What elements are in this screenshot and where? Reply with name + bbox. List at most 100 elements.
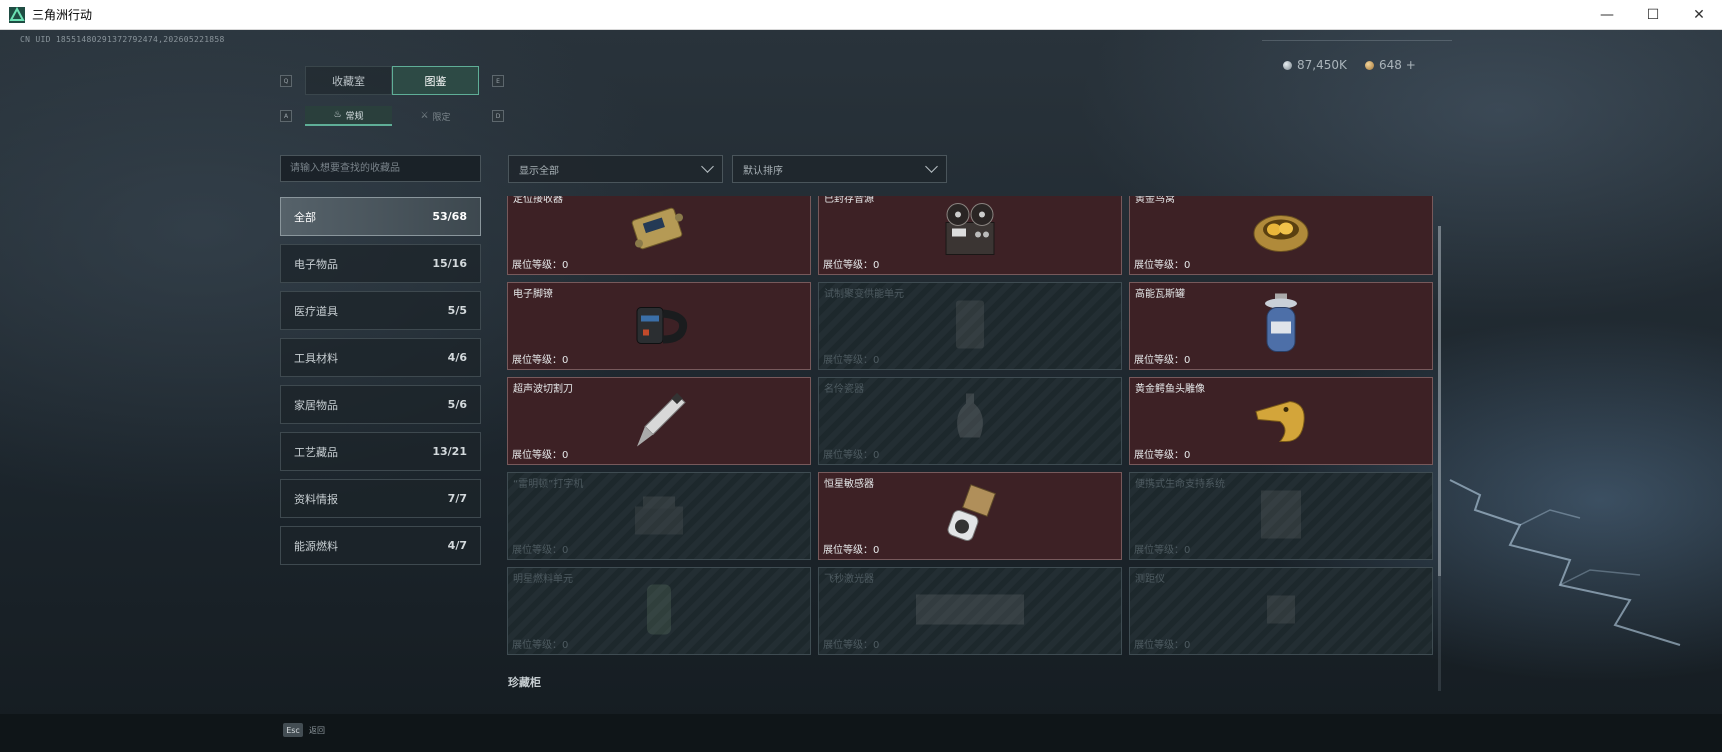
fuel-cell-icon [641, 579, 677, 644]
gold-crocodile-icon [1250, 392, 1312, 451]
category-label: 全部 [294, 210, 316, 224]
laser-icon [910, 585, 1030, 638]
sort-dropdown-value: 默认排序 [743, 165, 783, 177]
typewriter-icon [629, 489, 689, 544]
item-display-level: 展位等级：0 [512, 355, 569, 366]
silver-amount: 87,450K [1297, 58, 1347, 72]
item-name: 测距仪 [1135, 574, 1165, 585]
category-count: 4/6 [447, 351, 467, 364]
chevron-down-icon [925, 160, 938, 173]
item-display-level: 展位等级：0 [1134, 260, 1191, 271]
chevron-down-icon [701, 160, 714, 173]
item-display-level: 展位等级：0 [1134, 450, 1191, 461]
collection-item-card[interactable]: 名伶瓷器 展位等级：0 [818, 377, 1122, 465]
category-count: 53/68 [432, 210, 467, 223]
category-label: 家居物品 [294, 398, 338, 412]
lightning-decoration [1449, 479, 1681, 646]
maximize-button[interactable]: ☐ [1630, 0, 1676, 30]
collection-item-card[interactable]: 定位接收器 展位等级：0 [507, 196, 811, 275]
category-crafts[interactable]: 工艺藏品 13/21 [280, 432, 481, 471]
category-all[interactable]: 全部 53/68 [280, 197, 481, 236]
collection-item-card[interactable]: 已封存音源 展位等级：0 [818, 196, 1122, 275]
category-count: 5/5 [447, 304, 467, 317]
category-electronics[interactable]: 电子物品 15/16 [280, 244, 481, 283]
item-name: 已封存音源 [824, 196, 874, 205]
uid-text: CN UID 18551480291372792474,202605221858 [20, 35, 225, 44]
delta-force-logo-icon [9, 6, 25, 23]
category-medical[interactable]: 医疗道具 5/5 [280, 291, 481, 330]
collection-item-card[interactable]: 飞秒激光器展位等级：0 [818, 567, 1122, 655]
flame-icon: ♨ [333, 110, 342, 120]
item-grid-viewport: 定位接收器 展位等级：0 已封存音源 展位等级：0 黄金鸟窝 展位等级：0 电子脚镣 展位等级… [507, 196, 1434, 663]
silver-currency: 87,450K [1283, 58, 1347, 72]
collection-item-card[interactable]: 恒星敏感器 展位等级：0 [818, 472, 1122, 560]
category-tools[interactable]: 工具材料 4/6 [280, 338, 481, 377]
category-label: 电子物品 [294, 257, 338, 271]
item-display-level: 展位等级：0 [823, 355, 880, 366]
collection-item-card[interactable]: “雷明顿”打字机 展位等级：0 [507, 472, 811, 560]
collection-item-card[interactable]: 黄金鸟窝展位等级：0 [1129, 196, 1433, 275]
collection-item-card[interactable]: 明星燃料单元 展位等级：0 [507, 567, 811, 655]
filter-dropdown[interactable]: 显示全部 [508, 155, 723, 183]
item-name: 超声波切割刀 [513, 384, 573, 395]
tab-collection-room[interactable]: 收藏室 [305, 66, 392, 95]
swords-icon: ⚔ [420, 111, 429, 121]
window-controls: — ☐ ✕ [1584, 0, 1722, 30]
scrollbar-thumb[interactable] [1438, 226, 1441, 576]
collection-item-card[interactable]: 电子脚镣 展位等级：0 [507, 282, 811, 370]
collection-item-card[interactable]: 测距仪展位等级：0 [1129, 567, 1433, 655]
item-display-level: 展位等级：0 [1134, 640, 1191, 651]
item-display-level: 展位等级：0 [823, 640, 880, 651]
item-display-level: 展位等级：0 [1134, 545, 1191, 556]
category-label: 资料情报 [294, 492, 338, 506]
item-display-level: 展位等级：0 [1134, 355, 1191, 366]
back-button[interactable]: Esc 返回 [283, 723, 325, 737]
sort-dropdown[interactable]: 默认排序 [732, 155, 947, 183]
item-display-level: 展位等级：0 [512, 545, 569, 556]
window-title: 三角洲行动 [32, 8, 93, 22]
collection-item-card[interactable]: 试制聚变供能单元 展位等级：0 [818, 282, 1122, 370]
category-label: 工具材料 [294, 351, 338, 365]
item-name: 黄金鳄鱼头雕像 [1135, 384, 1205, 395]
item-name: 高能瓦斯罐 [1135, 289, 1185, 300]
close-button[interactable]: ✕ [1676, 0, 1722, 30]
item-display-level: 展位等级：0 [512, 450, 569, 461]
esc-key-icon: Esc [283, 723, 303, 737]
ankle-monitor-icon [629, 296, 689, 357]
tab-catalog[interactable]: 图鉴 [392, 66, 479, 95]
window-titlebar: 三角洲行动 — ☐ ✕ [0, 0, 1722, 30]
star-sensor-icon [940, 483, 1000, 550]
collection-item-card[interactable]: 超声波切割刀 展位等级：0 [507, 377, 811, 465]
item-name: 明星燃料单元 [513, 574, 573, 585]
back-label: 返回 [309, 725, 325, 735]
subtab-limited[interactable]: ⚔ 限定 [392, 106, 479, 126]
collection-item-card[interactable]: 高能瓦斯罐展位等级：0 [1129, 282, 1433, 370]
category-count: 13/21 [432, 445, 467, 458]
fusion-cell-icon [950, 295, 990, 358]
filter-dropdown-value: 显示全部 [519, 165, 559, 177]
category-household[interactable]: 家居物品 5/6 [280, 385, 481, 424]
top-divider [1262, 40, 1452, 41]
section-title: 珍藏柜 [508, 676, 541, 689]
category-label: 医疗道具 [294, 304, 338, 318]
item-display-level: 展位等级：0 [823, 545, 880, 556]
collection-item-card[interactable]: 便携式生命支持系统 展位等级：0 [1129, 472, 1433, 560]
item-name: 定位接收器 [513, 196, 563, 205]
category-list: 全部 53/68 电子物品 15/16 医疗道具 5/5 工具材料 4/6 家居… [280, 197, 481, 573]
minimize-button[interactable]: — [1584, 0, 1630, 30]
tab-right-key-hint: E [492, 75, 504, 87]
category-energy[interactable]: 能源燃料 4/7 [280, 526, 481, 565]
collection-item-card[interactable]: 黄金鳄鱼头雕像 展位等级：0 [1129, 377, 1433, 465]
item-name: 黄金鸟窝 [1135, 196, 1175, 205]
sub-tabs: ♨ 常规 ⚔ 限定 [305, 106, 479, 126]
reel-recorder-icon [940, 201, 1000, 262]
category-intel[interactable]: 资料情报 7/7 [280, 479, 481, 518]
subtab-regular[interactable]: ♨ 常规 [305, 106, 392, 126]
game-view: CN UID 18551480291372792474,202605221858… [0, 30, 1722, 752]
item-name: 飞秒激光器 [824, 574, 874, 585]
search-input[interactable] [280, 155, 481, 182]
gold-currency[interactable]: 648 + [1365, 58, 1416, 72]
category-count: 4/7 [447, 539, 467, 552]
category-label: 能源燃料 [294, 539, 338, 553]
item-grid: 定位接收器 展位等级：0 已封存音源 展位等级：0 黄金鸟窝 展位等级：0 电子脚镣 展位等级… [507, 196, 1433, 655]
